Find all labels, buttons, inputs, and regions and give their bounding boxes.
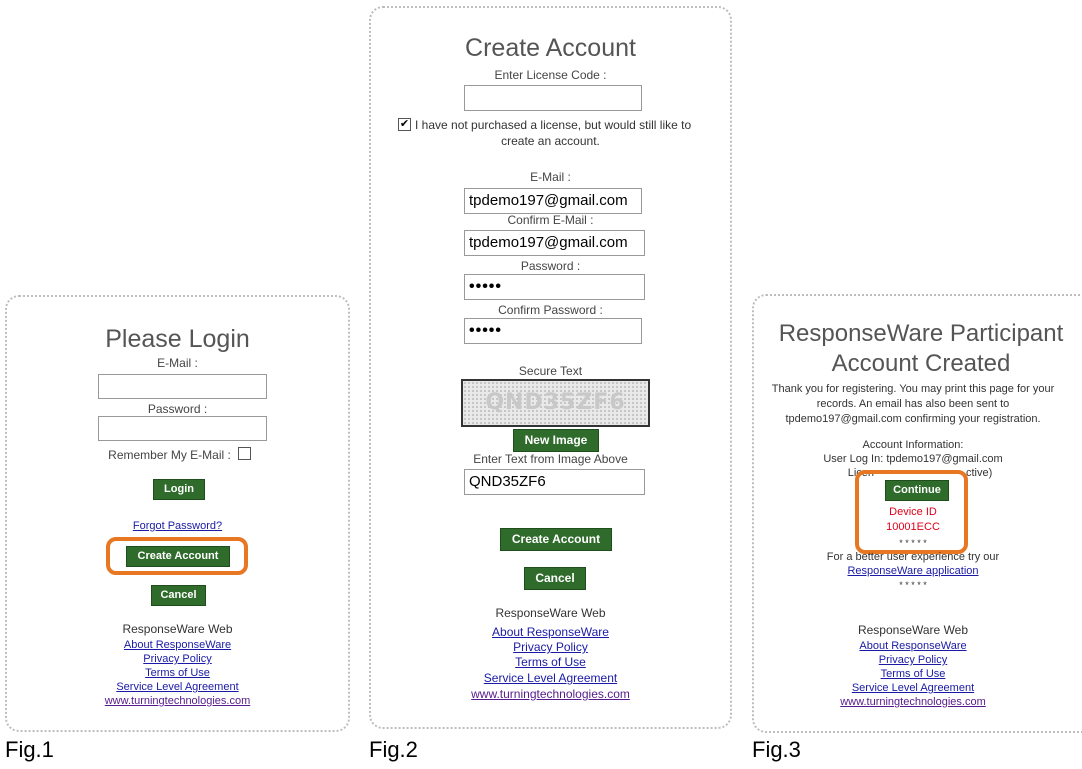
password-input[interactable]: ••••• [464, 274, 645, 300]
figure-caption: Fig.3 [752, 737, 801, 762]
website-link[interactable]: www.turningtechnologies.com [7, 694, 348, 708]
website-link[interactable]: www.turningtechnologies.com [734, 695, 1082, 709]
captcha-image: QND35ZF6 [461, 379, 650, 427]
no-license-text-line2: create an account. [501, 134, 600, 148]
password-label: Password : [147, 402, 208, 416]
email-input[interactable]: tpdemo197@gmail.com [464, 188, 642, 214]
user-login-text: User Log In: tpdemo197@gmail.com [823, 453, 1003, 465]
confirm-password-input[interactable]: ••••• [464, 318, 642, 344]
enter-text-label: Enter Text from Image Above [473, 452, 628, 466]
email-input[interactable] [98, 374, 267, 399]
page-title-line1: ResponseWare Participant [778, 320, 1064, 347]
footer-title: ResponseWare Web [122, 622, 233, 636]
sla-link[interactable]: Service Level Agreement [734, 681, 1082, 695]
license-code-label: Enter License Code : [494, 68, 607, 82]
terms-link[interactable]: Terms of Use [734, 667, 1082, 681]
about-link[interactable]: About ResponseWare [734, 639, 1082, 653]
password-input[interactable] [98, 416, 267, 441]
password-label: Password : [520, 259, 581, 273]
thanks-text-line1: Thank you for registering. You may print… [771, 383, 1055, 395]
create-account-button[interactable]: Create Account [126, 546, 230, 567]
continue-button[interactable]: Continue [885, 480, 949, 501]
secure-text-label: Secure Text [518, 364, 583, 378]
license-code-input[interactable] [464, 85, 642, 111]
page-title-line2: Account Created [831, 350, 1011, 377]
confirm-email-input[interactable]: tpdemo197@gmail.com [464, 230, 645, 256]
page-title: Create Account [465, 34, 636, 62]
sla-link[interactable]: Service Level Agreement [7, 680, 348, 694]
figure-caption: Fig.2 [369, 737, 418, 762]
remember-email-checkbox[interactable] [238, 447, 251, 460]
captcha-input[interactable]: QND35ZF6 [464, 469, 645, 495]
login-button[interactable]: Login [153, 479, 205, 500]
separator-stars: * * * * * [899, 580, 927, 590]
website-link[interactable]: www.turningtechnologies.com [371, 687, 730, 701]
thanks-text-line3: tpdemo197@gmail.com confirming your regi… [785, 413, 1041, 425]
remember-email-label: Remember My E-Mail : [108, 448, 231, 462]
cancel-button[interactable]: Cancel [524, 567, 586, 590]
about-link[interactable]: About ResponseWare [7, 638, 348, 652]
privacy-link[interactable]: Privacy Policy [7, 652, 348, 666]
cancel-button[interactable]: Cancel [151, 585, 206, 606]
login-panel: Please Login E-Mail : Password : Remembe… [5, 295, 350, 732]
page-title: Please Login [105, 325, 250, 353]
privacy-link[interactable]: Privacy Policy [371, 640, 730, 654]
forgot-password-link[interactable]: Forgot Password? [7, 519, 348, 533]
new-image-button[interactable]: New Image [513, 429, 599, 452]
terms-link[interactable]: Terms of Use [7, 666, 348, 680]
email-label: E-Mail : [157, 356, 198, 370]
sla-link[interactable]: Service Level Agreement [371, 671, 730, 685]
confirm-email-label: Confirm E-Mail : [507, 213, 594, 227]
device-id-value: 10001ECC [886, 521, 940, 533]
better-experience-text: For a better user experience try our [826, 551, 1000, 563]
account-created-panel: ResponseWare Participant Account Created… [752, 294, 1082, 733]
no-license-text-line1: I have not purchased a license, but woul… [415, 118, 692, 132]
account-info-heading: Account Information: [862, 439, 964, 451]
confirm-password-label: Confirm Password : [498, 303, 603, 317]
no-license-checkbox[interactable]: ✔ [398, 118, 411, 131]
privacy-link[interactable]: Privacy Policy [734, 653, 1082, 667]
email-label: E-Mail : [530, 170, 571, 184]
thanks-text-line2: records. An email has also been sent to [816, 398, 1010, 410]
footer-title: ResponseWare Web [495, 606, 606, 620]
app-link[interactable]: ResponseWare application [734, 564, 1082, 578]
figure-caption: Fig.1 [5, 737, 54, 762]
terms-link[interactable]: Terms of Use [371, 655, 730, 669]
separator-stars: * * * * * [899, 538, 927, 548]
create-account-panel: Create Account Enter License Code : ✔ I … [369, 6, 732, 729]
device-id-label: Device ID [889, 506, 937, 518]
create-account-button[interactable]: Create Account [500, 528, 612, 551]
about-link[interactable]: About ResponseWare [371, 625, 730, 639]
footer-title: ResponseWare Web [857, 623, 969, 637]
license-text-right: ctive) [966, 467, 993, 479]
